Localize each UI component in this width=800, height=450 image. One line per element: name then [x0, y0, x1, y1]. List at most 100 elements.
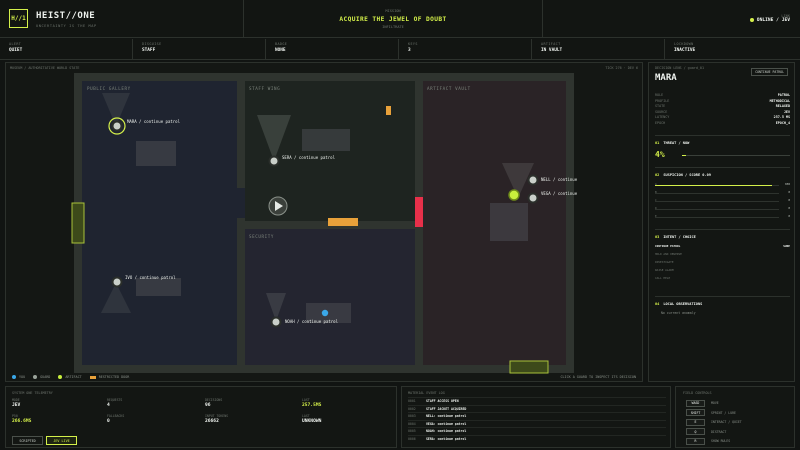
section-title: INTENT / CHOICE	[663, 235, 696, 239]
door-icon	[89, 375, 96, 379]
suspicion-bar: E0	[655, 214, 790, 219]
artifact-marker[interactable]	[508, 189, 520, 201]
bar-track	[655, 209, 779, 210]
stat-value: INACTIVE	[674, 48, 696, 53]
map-topbar: MUSEUM / AUTHORITATIVE WORLD STATE TICK …	[10, 65, 638, 72]
stat-label: ARTIFACT	[541, 42, 561, 46]
vault-door[interactable]	[415, 197, 423, 227]
threat-section: 01 THREAT / NOW 4%	[655, 135, 790, 167]
legend-label: ARTIFACT	[65, 375, 82, 379]
map-title: MUSEUM / AUTHORITATIVE WORLD STATE	[10, 66, 80, 70]
section-title: LOCAL OBSERVATIONS	[663, 302, 703, 306]
event-log-panel: MATERIAL EVENT LOG 0001 STAFF ACCESS OPEN…	[401, 386, 671, 448]
suspicion-bar: B0	[655, 190, 790, 195]
stat-label: KEYS	[408, 42, 418, 46]
telemetry-cell: DECISIONS 96	[205, 398, 222, 408]
event-id: 0001	[408, 399, 416, 404]
event-row: 0002 STAFF JACKET ACQUIRED	[408, 404, 666, 413]
telemetry-label: P50	[12, 414, 18, 418]
app-subtitle: UNCERTAINTY IS THE MAP	[36, 24, 97, 28]
control-row: R SHOW RULES	[686, 437, 730, 445]
entrance-door[interactable]	[71, 202, 85, 244]
bar-value: 0	[788, 190, 790, 194]
telemetry-value: UNKNOWN	[302, 419, 322, 424]
section-number: 02	[655, 173, 660, 177]
control-label: DISTRACT	[711, 429, 727, 434]
stat-value: STAFF	[142, 48, 156, 53]
event-row: 0005 NOAH: continue patrol	[408, 427, 666, 435]
stat-value: NONE	[275, 48, 286, 53]
key-q[interactable]: Q	[686, 428, 705, 435]
event-text: VEGA: continue patrol	[426, 421, 467, 426]
telemetry-cell: REQUESTS 4	[107, 398, 122, 408]
display-case	[136, 278, 181, 296]
stat-artifact: ARTIFACT IN VAULT	[532, 39, 665, 60]
event-id: 0003	[408, 414, 416, 419]
control-row: SHIFT SPRINT / LURE	[686, 409, 736, 417]
decision-kicker: DECISION LENS / guard_01	[655, 66, 704, 70]
you-icon	[12, 375, 16, 379]
observations-section: 04 LOCAL OBSERVATIONS No current anomaly	[655, 296, 790, 336]
stat-keys: KEYS 3	[399, 39, 532, 60]
event-row: 0004 VEGA: continue patrol	[408, 419, 666, 428]
intent-option: RAISE ALARM	[655, 268, 790, 274]
legend-label: YOU	[19, 375, 26, 379]
mission-panel: MISSION ACQUIRE THE JEWEL OF DOUBT INFIL…	[243, 0, 543, 38]
mission-phase: INFILTRATE	[382, 25, 404, 29]
telemetry-value: 4	[107, 403, 110, 408]
link-status: LINK ONLINE / JEV	[757, 14, 790, 23]
key-shift[interactable]: SHIFT	[686, 409, 705, 416]
key-wasd[interactable]: WASD	[686, 399, 705, 407]
event-id: 0005	[408, 429, 416, 434]
exit-door[interactable]	[509, 360, 549, 374]
room-label-vault: ARTIFACT VAULT	[427, 86, 471, 91]
stat-badge: BADGE NONE	[266, 39, 399, 60]
status-strip: ALERT QUIET DISGUISE STAFF BADGE NONE KE…	[0, 39, 800, 60]
legend-label: GUARD	[40, 375, 51, 379]
threat-value: 4%	[655, 150, 665, 159]
app-header: H//1 HEIST//ONE UNCERTAINTY IS THE MAP M…	[0, 0, 800, 38]
telemetry-cell: FALLBACKS 0	[107, 414, 124, 424]
telemetry-value: 26662	[205, 419, 219, 424]
map-panel[interactable]: PUBLIC GALLERY STAFF WING ARTIFACT VAULT…	[5, 62, 643, 382]
guard-icon	[33, 375, 38, 379]
room-label-security: SECURITY	[249, 234, 274, 239]
key-e[interactable]: E	[686, 418, 705, 426]
player-marker	[321, 309, 329, 317]
event-row: 0003 NELL: continue patrol	[408, 412, 666, 420]
decision-badge: CONTINUE PATROL	[751, 68, 788, 76]
key-r[interactable]: R	[686, 437, 705, 445]
guard-properties: ROLE PATROL PROFILE METHODICAL STATE RELAXE…	[655, 93, 790, 127]
legend-artifact: ARTIFACT	[58, 375, 82, 379]
museum-map[interactable]: PUBLIC GALLERY STAFF WING ARTIFACT VAULT…	[6, 63, 644, 383]
decision-panel: DECISION LENS / guard_01 MARA CONTINUE P…	[648, 62, 795, 382]
stat-label: BADGE	[275, 42, 288, 46]
staff-keycard	[386, 106, 391, 115]
stat-value: QUIET	[9, 48, 23, 53]
intent-option: CALL HELP	[655, 276, 790, 282]
observation-text: No current anomaly	[661, 311, 696, 315]
telemetry-value: 0	[107, 419, 110, 424]
suspicion-section: 02 SUSPICION / SCORE 0.09 A 938 B 0 C 0 D 0 E 0	[655, 167, 790, 229]
intent-value: SURE	[783, 244, 790, 248]
control-label: SPRINT / LURE	[711, 410, 736, 415]
event-id: 0002	[408, 406, 416, 411]
section-heading: 01 THREAT / NOW	[655, 141, 790, 145]
legend-guard: GUARD	[33, 375, 50, 379]
bar-value: 0	[788, 206, 790, 210]
event-text: STAFF ACCESS OPEN	[426, 399, 459, 404]
legend-door: RESTRICTED DOOR	[89, 375, 129, 379]
restricted-door[interactable]	[328, 218, 358, 226]
mode-live-button[interactable]: JEV LIVE	[46, 436, 77, 445]
section-number: 01	[655, 141, 660, 145]
section-number: 03	[655, 235, 660, 239]
event-row: 0001 STAFF ACCESS OPEN	[408, 397, 666, 405]
gallery-passage	[237, 188, 245, 218]
map-hint: CLICK A GUARD TO INSPECT ITS DECISION	[560, 375, 636, 379]
intent-option: CONTINUE PATROL SURE	[655, 244, 790, 250]
stat-label: ALERT	[9, 42, 22, 46]
control-label: SHOW RULES	[711, 439, 731, 443]
mode-scripted-button[interactable]: SCRIPTED	[12, 436, 43, 445]
event-text: SERA: continue patrol	[426, 436, 467, 441]
guard-label: SERA / continue patrol	[282, 155, 336, 160]
